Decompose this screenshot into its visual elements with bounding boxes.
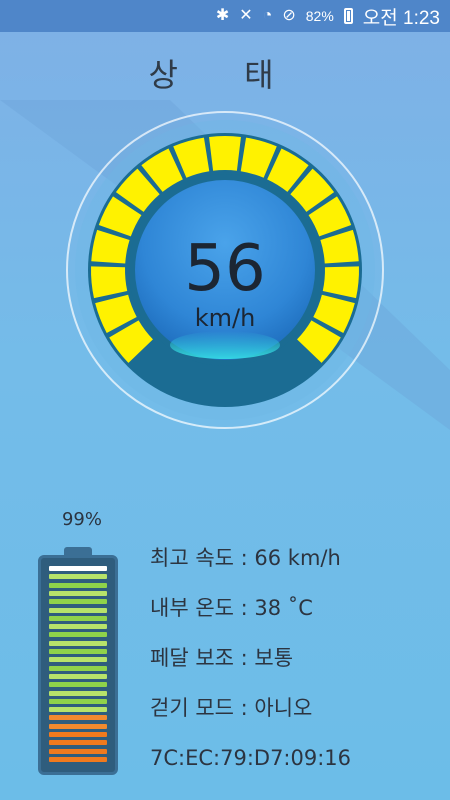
speedometer-graphic: 56 km/h	[0, 100, 450, 430]
battery-cells	[49, 566, 107, 764]
battery-cell	[49, 615, 107, 621]
battery-percent-text: 82%	[305, 8, 334, 24]
battery-cell	[49, 590, 107, 596]
battery-cell	[49, 657, 107, 663]
battery-cell	[49, 649, 107, 654]
mac-address-text: 7C:EC:79:D7:09:16	[150, 746, 352, 770]
battery-cell	[49, 723, 107, 729]
battery-cell	[49, 673, 107, 679]
battery-cell	[49, 566, 107, 571]
battery-cell	[49, 582, 107, 588]
bluetooth-icon: ✱	[215, 7, 230, 24]
battery-cell	[49, 632, 107, 638]
battery-cell	[49, 624, 107, 630]
battery-cell	[49, 732, 107, 737]
internal-temp-text: 내부 온도 : 38 ˚C	[150, 596, 313, 620]
battery-cell	[49, 715, 107, 721]
battery-cell	[49, 640, 107, 646]
battery-cell	[49, 690, 107, 696]
battery-cell	[49, 682, 107, 688]
battery-cell	[49, 574, 107, 580]
pedal-assist-text: 페달 보조 : 보통	[150, 646, 294, 670]
status-time: 오전 1:23	[362, 7, 440, 29]
speedometer: 56 km/h	[0, 100, 450, 460]
battery-cell	[49, 707, 107, 713]
speed-value: 56	[184, 232, 265, 306]
page-title: 상 태	[148, 56, 302, 94]
info-panel: 최고 속도 : 66 km/h 내부 온도 : 38 ˚C 페달 보조 : 보통…	[150, 540, 440, 790]
battery-percent: 99%	[61, 509, 102, 530]
walk-mode-text: 걷기 모드 : 아니오	[150, 696, 313, 720]
battery-gauge	[38, 555, 118, 775]
battery-cell	[49, 698, 107, 704]
battery-icon	[343, 8, 353, 24]
battery-cell	[49, 665, 107, 671]
battery-cell	[49, 740, 107, 746]
battery-cell	[49, 756, 107, 762]
speed-segment	[209, 136, 241, 171]
battery-cell	[49, 748, 107, 754]
do-not-disturb-icon: ⊘	[282, 7, 296, 24]
speed-unit: km/h	[195, 304, 256, 332]
battery-cell	[49, 607, 107, 613]
gauge-center-glow	[170, 331, 280, 359]
battery-cell	[49, 599, 107, 605]
max-speed-text: 최고 속도 : 66 km/h	[150, 546, 341, 570]
wifi-icon: ◔	[262, 7, 273, 24]
mute-icon: ✕	[239, 7, 253, 24]
status-bar: ✱ ✕ ◔ ⊘ 82% 오전 1:23	[0, 0, 450, 32]
